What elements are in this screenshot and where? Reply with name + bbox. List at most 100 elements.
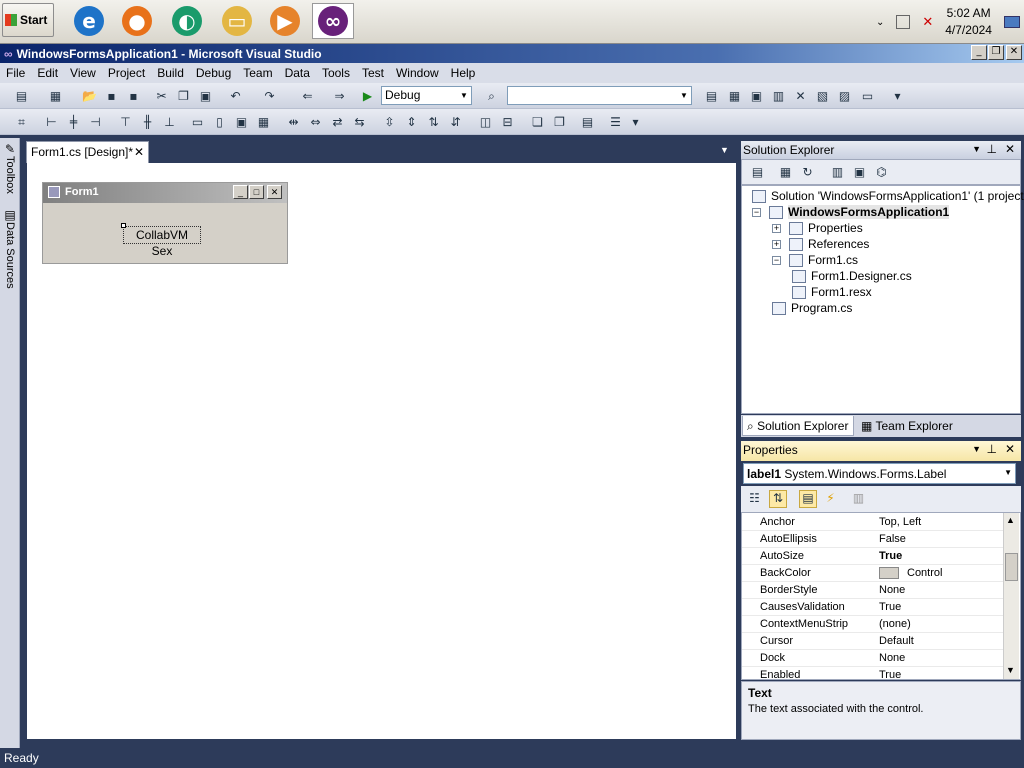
- horizontal-spacing-equal-icon[interactable]: ⇹: [286, 115, 301, 129]
- scrollbar-thumb[interactable]: [1005, 553, 1018, 581]
- property-row[interactable]: Dock None: [742, 650, 1004, 667]
- copy-icon[interactable]: ❐: [176, 89, 191, 103]
- class-view-icon[interactable]: ▨: [837, 89, 852, 103]
- taskbar-app-internet-explorer[interactable]: e: [68, 3, 110, 39]
- taskbar-app-edge[interactable]: ◐: [166, 3, 208, 39]
- view-code-icon[interactable]: ▥: [830, 165, 845, 179]
- align-rights-icon[interactable]: ⊣: [88, 115, 103, 129]
- property-value[interactable]: (none): [879, 618, 911, 630]
- property-value[interactable]: True: [879, 669, 901, 679]
- menu-view[interactable]: View: [64, 66, 102, 80]
- property-value[interactable]: True: [879, 601, 901, 613]
- property-row[interactable]: CausesValidation True: [742, 599, 1004, 616]
- volume-muted-icon[interactable]: ✕: [922, 14, 933, 30]
- view-class-diagram-icon[interactable]: ⌬: [874, 165, 889, 179]
- alphabetical-icon[interactable]: ⇅: [769, 490, 787, 508]
- menu-help[interactable]: Help: [445, 66, 482, 80]
- align-to-grid-icon[interactable]: ⌗: [14, 115, 29, 129]
- command-window-icon[interactable]: ▭: [860, 89, 875, 103]
- pin-icon[interactable]: ⊥: [987, 442, 997, 456]
- menu-team[interactable]: Team: [237, 66, 278, 80]
- property-value[interactable]: None: [879, 584, 905, 596]
- property-value[interactable]: Control: [879, 567, 942, 580]
- menu-project[interactable]: Project: [102, 66, 151, 80]
- align-lefts-icon[interactable]: ⊢: [44, 115, 59, 129]
- solution-item[interactable]: Program.cs: [772, 300, 852, 316]
- tab-solution-explorer[interactable]: ⌕ Solution Explorer: [742, 416, 854, 436]
- send-to-back-icon[interactable]: ❐: [552, 115, 567, 129]
- toolbar-options-icon[interactable]: ▾: [628, 115, 643, 129]
- open-icon[interactable]: 📂: [82, 89, 97, 103]
- solution-item[interactable]: Form1.Designer.cs: [792, 268, 912, 284]
- menu-tools[interactable]: Tools: [316, 66, 356, 80]
- form-close-button[interactable]: ✕: [267, 185, 282, 199]
- properties-view-icon[interactable]: ▤: [799, 490, 817, 508]
- find-combo[interactable]: ▼: [507, 86, 692, 105]
- menu-test[interactable]: Test: [356, 66, 390, 80]
- pin-icon[interactable]: ⊥: [987, 142, 997, 156]
- increase-horizontal-spacing-icon[interactable]: ⇔: [308, 115, 323, 129]
- close-icon[interactable]: ✕: [134, 145, 144, 159]
- show-all-files-icon[interactable]: ▦: [778, 165, 793, 179]
- align-middles-icon[interactable]: ╫: [140, 115, 155, 129]
- property-value[interactable]: True: [879, 550, 902, 562]
- properties-icon[interactable]: ▤: [750, 165, 765, 179]
- taskbar-app-firefox[interactable]: ●: [116, 3, 158, 39]
- paste-icon[interactable]: ▣: [198, 89, 213, 103]
- start-debugging-icon[interactable]: ▶: [360, 89, 375, 103]
- solution-item[interactable]: Form1.resx: [792, 284, 872, 300]
- start-page-icon[interactable]: ▧: [815, 89, 830, 103]
- expander-icon[interactable]: −: [772, 255, 781, 265]
- remove-horizontal-spacing-icon[interactable]: ⇆: [352, 115, 367, 129]
- clock[interactable]: 5:02 AM 4/7/2024: [945, 5, 992, 39]
- navigate-forward-icon[interactable]: ⇒: [332, 89, 347, 103]
- menu-build[interactable]: Build: [151, 66, 190, 80]
- property-row[interactable]: BorderStyle None: [742, 582, 1004, 599]
- label1-control[interactable]: CollabVM Sex: [121, 223, 201, 258]
- categorized-icon[interactable]: ☷: [747, 491, 762, 505]
- save-all-icon[interactable]: ▪: [126, 89, 141, 103]
- menu-file[interactable]: File: [0, 66, 31, 80]
- menu-data[interactable]: Data: [279, 66, 316, 80]
- chevron-down-icon[interactable]: ⌄: [876, 17, 884, 28]
- property-row[interactable]: BackColor Control: [742, 565, 1004, 582]
- desktop-icon[interactable]: [1003, 16, 1020, 28]
- property-value[interactable]: Default: [879, 635, 914, 647]
- scroll-down-icon[interactable]: ▼: [1006, 665, 1015, 675]
- data-sources-tab[interactable]: ▤ Data Sources: [1, 208, 19, 298]
- property-row[interactable]: ContextMenuStrip (none): [742, 616, 1004, 633]
- property-value[interactable]: Top, Left: [879, 516, 921, 528]
- solution-item[interactable]: − Form1.cs: [772, 252, 858, 268]
- solution-item[interactable]: − WindowsFormsApplication1: [752, 204, 950, 220]
- form-maximize-button[interactable]: □: [249, 185, 264, 199]
- toolbar-options-icon[interactable]: ▾: [890, 89, 905, 103]
- remove-vertical-spacing-icon[interactable]: ⇵: [448, 115, 463, 129]
- solution-explorer-icon[interactable]: ▤: [704, 89, 719, 103]
- bring-to-front-icon[interactable]: ❏: [530, 115, 545, 129]
- solution-config-dropdown[interactable]: Debug ▼: [381, 86, 472, 105]
- taskbar-app-visual-studio[interactable]: ∞: [312, 3, 354, 39]
- object-selector-dropdown[interactable]: label1 System.Windows.Forms.Label ▼: [743, 463, 1016, 484]
- form-designer-window[interactable]: Form1 _ □ ✕ CollabVM Sex: [42, 182, 288, 264]
- object-browser-icon[interactable]: ▣: [749, 89, 764, 103]
- toolbox-tab[interactable]: ✎ Toolbox: [1, 142, 19, 206]
- property-pages-icon[interactable]: ▥: [851, 491, 866, 505]
- increase-vertical-spacing-icon[interactable]: ⇕: [404, 115, 419, 129]
- find-in-files-icon[interactable]: ⌕: [484, 89, 499, 103]
- save-icon[interactable]: ▪: [104, 89, 119, 103]
- chevron-down-icon[interactable]: ▼: [720, 145, 729, 155]
- network-icon[interactable]: [896, 15, 911, 29]
- lock-controls-icon[interactable]: ▤: [580, 115, 595, 129]
- center-horizontally-icon[interactable]: ◫: [478, 115, 493, 129]
- start-button[interactable]: Start: [2, 3, 54, 37]
- form-minimize-button[interactable]: _: [233, 185, 248, 199]
- cut-icon[interactable]: ✂: [154, 89, 169, 103]
- make-same-size-icon[interactable]: ▣: [234, 115, 249, 129]
- align-tops-icon[interactable]: ⊤: [118, 115, 133, 129]
- add-item-icon[interactable]: ▦: [48, 89, 63, 103]
- vertical-spacing-equal-icon[interactable]: ⇳: [382, 115, 397, 129]
- property-value[interactable]: False: [879, 533, 906, 545]
- scroll-up-icon[interactable]: ▲: [1006, 515, 1015, 525]
- property-row[interactable]: AutoEllipsis False: [742, 531, 1004, 548]
- view-designer-icon[interactable]: ▣: [852, 165, 867, 179]
